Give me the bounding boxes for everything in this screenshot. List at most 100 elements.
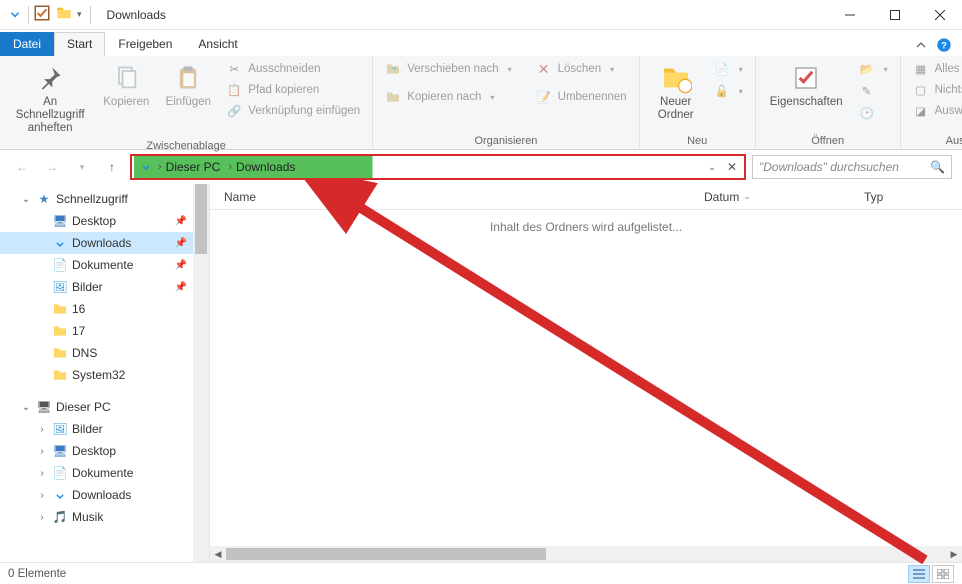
content-hscrollbar[interactable]: ◀ ▶: [210, 546, 962, 562]
tree-folder-system32[interactable]: System32: [0, 364, 209, 386]
tree-desktop[interactable]: 🖥Desktop📌: [0, 210, 209, 232]
nav-back[interactable]: ←: [10, 155, 34, 179]
easy-access-button[interactable]: 🔓: [710, 82, 747, 100]
svg-text:?: ?: [941, 40, 947, 50]
minimize-button[interactable]: [827, 0, 872, 30]
addr-stop[interactable]: ✕: [722, 157, 742, 177]
select-none-button[interactable]: ▢Nichts auswählen: [909, 81, 962, 99]
window-title: Downloads: [97, 8, 176, 22]
ribbon-tabs: Datei Start Freigeben Ansicht ?: [0, 30, 962, 56]
qat-separator: [28, 6, 29, 24]
new-item-button[interactable]: 📄: [710, 60, 747, 78]
cut-icon: ✂: [226, 61, 242, 77]
folder-icon: [52, 345, 68, 361]
group-select: ▦Alles auswählen ▢Nichts auswählen ◪Ausw…: [901, 56, 962, 149]
search-input[interactable]: "Downloads" durchsuchen 🔍: [752, 155, 952, 179]
select-all-button[interactable]: ▦Alles auswählen: [909, 60, 962, 78]
history-button[interactable]: 🕑: [855, 104, 892, 122]
shortcut-icon: 🔗: [226, 103, 242, 119]
help-icon[interactable]: ?: [936, 37, 952, 56]
tree-scrollbar[interactable]: [193, 184, 209, 562]
open-icon: 📂: [859, 61, 875, 77]
properties-button[interactable]: Eigenschaften: [764, 60, 849, 111]
edit-icon: ✎: [859, 83, 875, 99]
properties-icon: [790, 62, 822, 94]
folder-icon[interactable]: [55, 4, 73, 25]
rename-button[interactable]: 📝Umbenennen: [532, 88, 631, 106]
tree-thispc[interactable]: ⌄🖥Dieser PC: [0, 396, 209, 418]
qat-dropdown-icon[interactable]: ▾: [77, 9, 82, 20]
pin-marker: 📌: [175, 238, 187, 249]
addr-dropdown[interactable]: ⌄: [702, 157, 722, 177]
cut-button[interactable]: ✂Ausschneiden: [222, 60, 364, 78]
pin-quickaccess-button[interactable]: An Schnellzugriff anheften: [8, 60, 92, 138]
paste-shortcut-button[interactable]: 🔗Verknüpfung einfügen: [222, 102, 364, 120]
group-open: Eigenschaften 📂 ✎ 🕑 Öffnen: [756, 56, 901, 149]
copy-path-button[interactable]: 📋Pfad kopieren: [222, 81, 364, 99]
new-folder-button[interactable]: Neuer Ordner: [648, 60, 704, 124]
tree-tp-downloads[interactable]: ›Downloads: [0, 484, 209, 506]
address-bar[interactable]: ›Dieser PC ›Downloads ⌄ ✕: [130, 154, 746, 180]
invert-selection-button[interactable]: ◪Auswahl umkehren: [909, 102, 962, 120]
tree-tp-documents[interactable]: ›📄Dokumente: [0, 462, 209, 484]
documents-icon: 📄: [52, 465, 68, 481]
scroll-left-icon[interactable]: ◀: [210, 546, 226, 562]
open-button[interactable]: 📂: [855, 60, 892, 78]
pin-marker: 📌: [175, 260, 187, 271]
checkbox-icon[interactable]: [33, 4, 51, 25]
copy-button[interactable]: Kopieren: [98, 60, 154, 111]
newitem-icon: 📄: [714, 61, 730, 77]
tab-share[interactable]: Freigeben: [105, 32, 185, 56]
tree-tp-pictures[interactable]: ›🖼Bilder: [0, 418, 209, 440]
nav-recent[interactable]: ▾: [70, 155, 94, 179]
maximize-button[interactable]: [872, 0, 917, 30]
addr-down-icon[interactable]: [138, 158, 154, 177]
col-type[interactable]: Typ: [850, 190, 897, 204]
pictures-icon: 🖼: [52, 421, 68, 437]
nav-up[interactable]: ↑: [100, 155, 124, 179]
nav-forward[interactable]: →: [40, 155, 64, 179]
desktop-icon: 🖥: [52, 443, 68, 459]
music-icon: 🎵: [52, 509, 68, 525]
paste-button[interactable]: Einfügen: [160, 60, 216, 111]
pin-icon: [34, 62, 66, 94]
tree-quickaccess[interactable]: ⌄★Schnellzugriff: [0, 188, 209, 210]
tree-folder-17[interactable]: 17: [0, 320, 209, 342]
delete-button[interactable]: ✕Löschen: [532, 60, 631, 78]
new-folder-icon: [660, 62, 692, 94]
col-date[interactable]: Datum⌄: [690, 190, 850, 204]
tree-folder-16[interactable]: 16: [0, 298, 209, 320]
tab-view[interactable]: Ansicht: [185, 32, 250, 56]
tree-downloads[interactable]: Downloads📌: [0, 232, 209, 254]
view-thumbnails-button[interactable]: [932, 565, 954, 583]
delete-icon: ✕: [536, 61, 552, 77]
close-button[interactable]: [917, 0, 962, 30]
tab-file[interactable]: Datei: [0, 32, 54, 56]
ribbon: An Schnellzugriff anheften Kopieren Einf…: [0, 56, 962, 150]
column-headers: Name Datum⌄ Typ: [210, 184, 962, 210]
tab-start[interactable]: Start: [54, 32, 105, 56]
down-arrow-icon[interactable]: [6, 4, 24, 25]
pictures-icon: 🖼: [52, 279, 68, 295]
history-icon: 🕑: [859, 105, 875, 121]
copy-to-button[interactable]: Kopieren nach: [381, 88, 515, 106]
crumb-downloads[interactable]: Downloads: [236, 160, 295, 174]
scroll-right-icon[interactable]: ▶: [946, 546, 962, 562]
collapse-ribbon-icon[interactable]: [916, 40, 926, 54]
edit-button[interactable]: ✎: [855, 82, 892, 100]
tree-pictures[interactable]: 🖼Bilder📌: [0, 276, 209, 298]
paste-icon: [172, 62, 204, 94]
move-to-button[interactable]: Verschieben nach: [381, 60, 515, 78]
search-icon[interactable]: 🔍: [930, 160, 945, 174]
tree-folder-dns[interactable]: DNS: [0, 342, 209, 364]
tree-tp-desktop[interactable]: ›🖥Desktop: [0, 440, 209, 462]
search-placeholder: "Downloads" durchsuchen: [759, 160, 899, 174]
view-details-button[interactable]: [908, 565, 930, 583]
tree-documents[interactable]: 📄Dokumente📌: [0, 254, 209, 276]
copyto-icon: [385, 89, 401, 105]
documents-icon: 📄: [52, 257, 68, 273]
content-pane: Name Datum⌄ Typ Inhalt des Ordners wird …: [210, 184, 962, 562]
tree-tp-music[interactable]: ›🎵Musik: [0, 506, 209, 528]
col-name[interactable]: Name: [210, 190, 690, 204]
crumb-thispc[interactable]: Dieser PC: [166, 160, 221, 174]
